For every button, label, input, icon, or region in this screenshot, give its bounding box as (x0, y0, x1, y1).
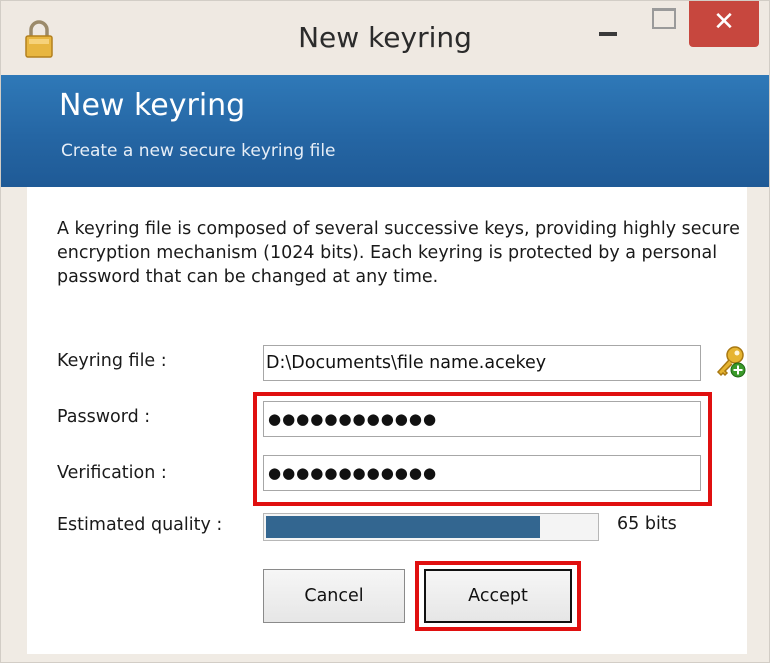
header-banner: New keyring Create a new secure keyring … (1, 75, 769, 187)
minimize-button[interactable] (581, 1, 637, 47)
dialog-window: New keyring ✕ New keyring Create a new s… (0, 0, 770, 663)
verification-label: Verification : (57, 463, 167, 483)
quality-progress-fill (266, 516, 540, 538)
accept-button-highlight (415, 561, 581, 631)
key-add-icon[interactable] (713, 345, 747, 379)
title-bar: New keyring ✕ (1, 1, 769, 75)
header-subtitle: Create a new secure keyring file (61, 141, 336, 161)
dialog-body: A keyring file is composed of several su… (27, 187, 747, 654)
keyring-file-input[interactable]: D:\Documents\file name.acekey (263, 345, 701, 381)
close-icon: ✕ (713, 7, 735, 37)
password-label: Password : (57, 407, 151, 427)
maximize-button[interactable] (637, 1, 689, 47)
cancel-button[interactable]: Cancel (263, 569, 405, 623)
keyring-file-label: Keyring file : (57, 351, 167, 371)
quality-label: Estimated quality : (57, 515, 223, 535)
close-button[interactable]: ✕ (689, 1, 759, 47)
header-title: New keyring (59, 88, 246, 123)
quality-progress-bar (263, 513, 599, 541)
password-fields-highlight (253, 392, 712, 506)
quality-value: 65 bits (617, 514, 677, 534)
description-text: A keyring file is composed of several su… (57, 219, 740, 287)
